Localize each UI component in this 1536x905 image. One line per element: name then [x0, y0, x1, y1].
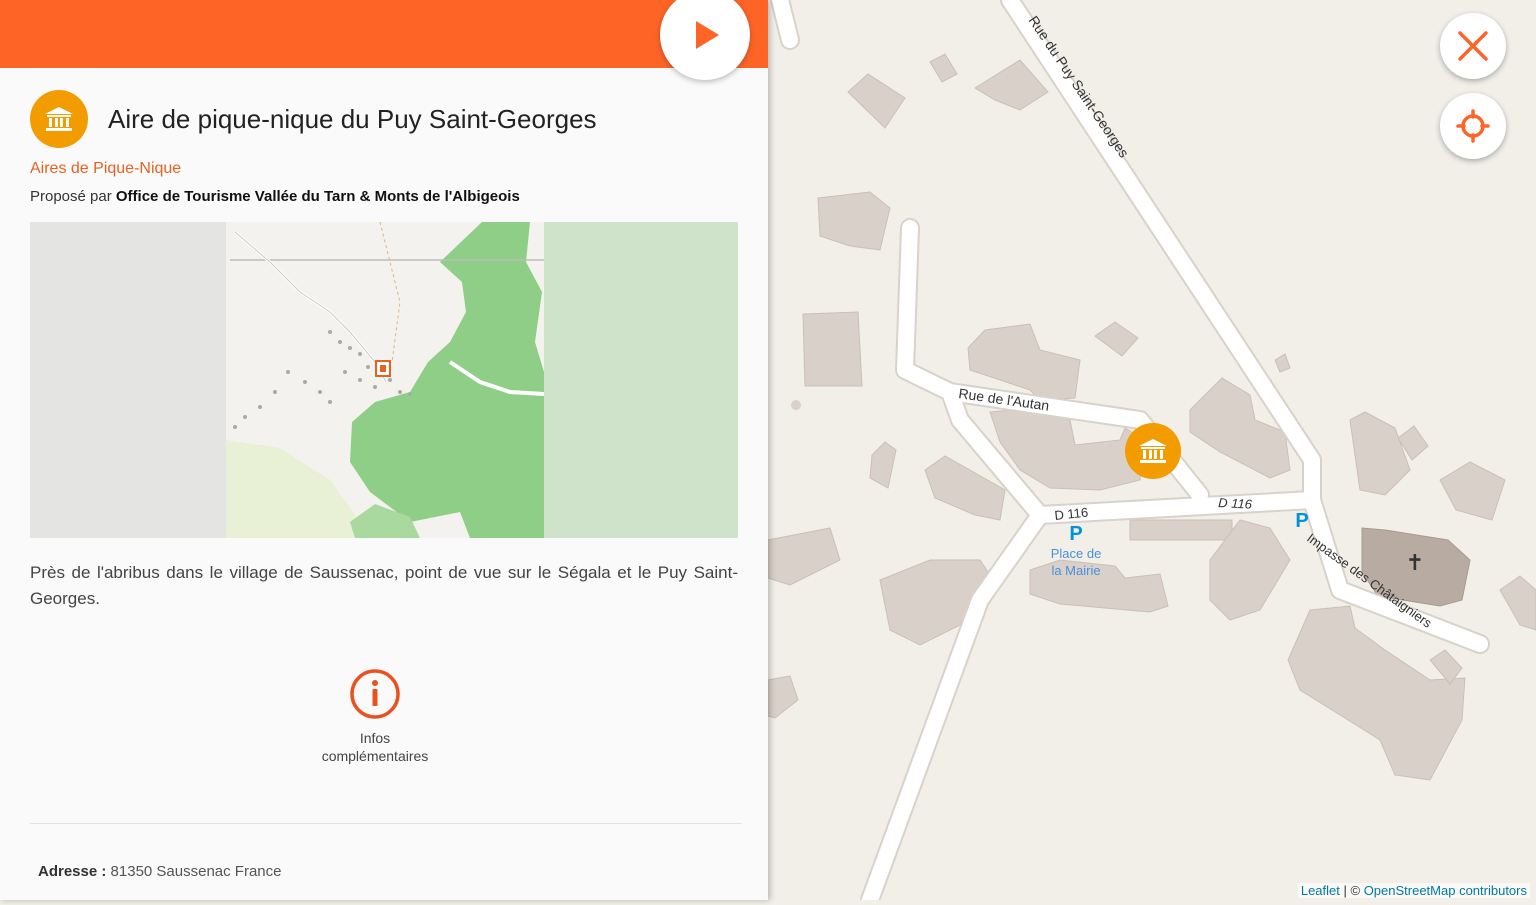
- more-info-button[interactable]: Infos complémentaires: [300, 668, 450, 765]
- more-info-label-line1: Infos: [359, 730, 391, 746]
- leaflet-link[interactable]: Leaflet: [1301, 883, 1340, 898]
- parking-icon: P: [1069, 523, 1082, 545]
- proposed-by-org: Office de Tourisme Vallée du Tarn & Mont…: [115, 188, 520, 205]
- address: Adresse : 81350 Saussenac France: [38, 863, 282, 880]
- location-thumbnail-map[interactable]: [30, 222, 738, 538]
- place-label-line1: Place de: [1051, 546, 1102, 561]
- address-label: Adresse :: [38, 863, 107, 880]
- map-attribution: Leaflet | © OpenStreetMap contributors: [1297, 883, 1530, 898]
- more-info-label: Infos complémentaires: [300, 729, 450, 765]
- thumbnail-map-tiles: [30, 222, 738, 538]
- more-info-label-line2: complémentaires: [321, 748, 429, 764]
- poi-description: Près de l'abribus dans le village de Sau…: [30, 563, 738, 608]
- locate-icon: [1456, 109, 1490, 143]
- panel-header-bar: [0, 0, 768, 68]
- map-point: [791, 400, 801, 410]
- close-button[interactable]: [1440, 13, 1506, 79]
- street-label-d116-right: D 116: [1218, 495, 1253, 512]
- divider: [30, 823, 742, 824]
- category-link[interactable]: Aires de Pique-Nique: [30, 160, 181, 178]
- play-icon: [696, 21, 719, 49]
- close-icon: [1458, 31, 1488, 61]
- church-icon: ✝: [1406, 551, 1424, 576]
- locate-button[interactable]: [1440, 93, 1506, 159]
- poi-marker[interactable]: [1125, 423, 1181, 479]
- place-label-line2: la Mairie: [1051, 563, 1100, 578]
- proposed-by: Proposé par Office de Tourisme Vallée du…: [30, 188, 520, 205]
- detail-panel: Aire de pique-nique du Puy Saint-Georges…: [0, 0, 768, 900]
- info-icon: [350, 669, 400, 719]
- address-value: 81350 Saussenac France: [110, 863, 282, 880]
- monument-icon: [45, 107, 73, 131]
- attribution-separator: | ©: [1339, 883, 1364, 898]
- play-button[interactable]: [660, 0, 750, 80]
- proposed-by-prefix: Proposé par: [30, 188, 112, 205]
- osm-link[interactable]: OpenStreetMap contributors: [1364, 883, 1527, 898]
- parking-icon: P: [1295, 510, 1308, 532]
- page-title: Aire de pique-nique du Puy Saint-Georges: [108, 104, 597, 134]
- poi-category-badge: [30, 90, 88, 148]
- monument-icon: [1139, 439, 1167, 463]
